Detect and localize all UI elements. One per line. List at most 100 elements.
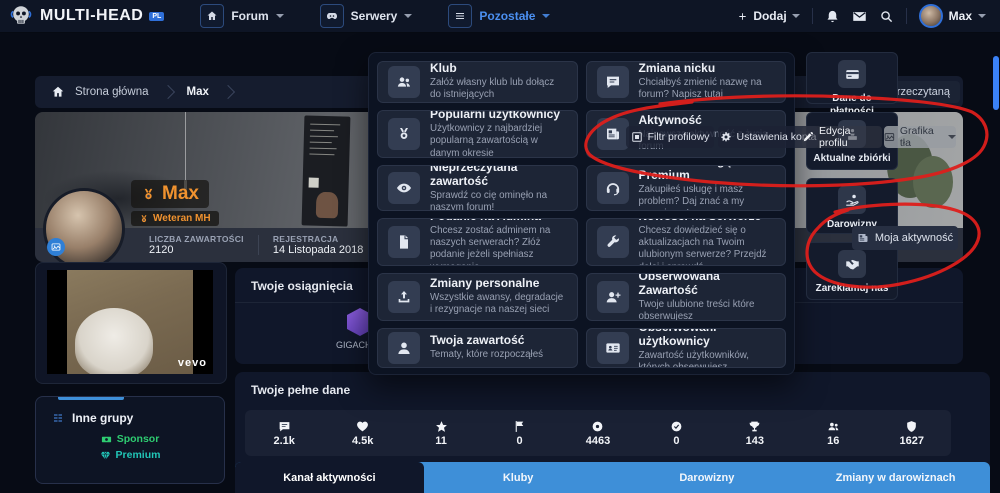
disc-icon	[591, 420, 604, 433]
tab-activity-feed[interactable]: Kanał aktywności	[235, 462, 424, 493]
group-item-sponsor[interactable]: Sponsor	[36, 433, 224, 445]
star-icon	[435, 420, 448, 433]
image-icon	[51, 242, 61, 252]
grid-icon	[52, 412, 64, 424]
pozostale-dropdown: KlubZałóż własny klub lub dołącz do istn…	[368, 52, 795, 375]
menu-item-twoja-zawartosc[interactable]: Twoja zawartośćTematy, które rozpocząłeś	[377, 328, 578, 368]
tab-donations[interactable]: Darowizny	[613, 462, 802, 493]
groups-title: Inne grupy	[72, 411, 133, 425]
avatar-edit-button[interactable]	[47, 238, 65, 256]
stat-stars: 11	[402, 420, 480, 447]
shield-icon	[905, 420, 918, 433]
mail-icon[interactable]	[852, 9, 867, 24]
tab-donation-changes[interactable]: Zmiany w darowiznach	[801, 462, 990, 493]
home-icon[interactable]	[51, 85, 65, 99]
gem-icon	[100, 450, 111, 461]
menu-item-zmiany-personalne[interactable]: Zmiany personalneWszystkie awansy, degra…	[377, 273, 578, 321]
nav-item-pozostale[interactable]: Pozostałe	[448, 4, 550, 28]
user-menu[interactable]: Max	[919, 4, 986, 28]
divider	[906, 8, 907, 24]
menu-item-popularni[interactable]: Popularni użytkownicyUżytkownicy z najba…	[377, 110, 578, 158]
breadcrumb-current: Max	[187, 86, 209, 98]
menu-icon	[454, 10, 466, 22]
chevron-down-icon	[276, 14, 284, 18]
bell-icon[interactable]	[825, 9, 840, 24]
user-name: Max	[949, 9, 972, 23]
search-icon[interactable]	[879, 9, 894, 24]
profile-name: Max	[131, 180, 209, 208]
stat-reputation: 1627	[873, 420, 951, 447]
trophy-icon	[748, 420, 761, 433]
menu-item-zmiana-nicku[interactable]: Zmiana nickuChciałbyś zmienić nazwę na f…	[586, 61, 787, 103]
menu-item-obserwowani[interactable]: Obserwowani użytkownicyZawartość użytkow…	[586, 328, 787, 368]
add-button[interactable]: Dodaj	[737, 9, 799, 23]
profile-tabs: Kanał aktywności Kluby Darowizny Zmiany …	[235, 462, 990, 493]
heart-icon	[356, 420, 369, 433]
users-icon	[827, 420, 840, 433]
eye-icon	[396, 180, 412, 196]
id-card-icon	[605, 340, 621, 356]
stats-row: 2.1k 4.5k 11 0 4463 0 143 16 1627	[245, 410, 951, 456]
menu-item-klub[interactable]: KlubZałóż własny klub lub dołącz do istn…	[377, 61, 578, 103]
nav-item-serwery[interactable]: Serwery	[320, 4, 413, 28]
menu-item-nieprzeczytana[interactable]: Nieprzeczytana zawartośćSprawdź co cię o…	[377, 165, 578, 211]
scrollbar-thumb[interactable]	[993, 56, 999, 110]
cover-poster	[302, 115, 351, 226]
breadcrumb-home[interactable]: Strona główna	[75, 86, 149, 98]
wrench-icon	[605, 234, 621, 250]
menu-item-obserwowana[interactable]: Obserwowana ZawartośćTwoje ulubione treś…	[586, 273, 787, 321]
user-plus-icon	[605, 289, 621, 305]
menu-item-zareklamuj[interactable]: Zareklamuj nas	[806, 242, 898, 300]
avatar	[919, 4, 943, 28]
gear-icon	[720, 131, 732, 143]
my-activity-button[interactable]: Moja aktywność	[852, 226, 958, 250]
medal-icon	[396, 126, 412, 142]
stat-registration: REJESTRACJA 14 Listopada 2018	[259, 234, 378, 256]
headset-icon	[605, 180, 621, 196]
image-icon	[884, 131, 895, 143]
divider	[812, 8, 813, 24]
nav-label-serwery: Serwery	[351, 9, 398, 23]
plant-decor	[913, 156, 953, 208]
stat-posts: 2.1k	[245, 420, 323, 447]
chevron-down-icon	[792, 14, 800, 18]
money-icon	[101, 434, 112, 445]
plus-icon	[737, 11, 748, 22]
video-thumbnail: vevo	[47, 270, 213, 374]
discord-icon	[326, 10, 338, 22]
medal-icon	[141, 187, 156, 202]
menu-item-nowosci[interactable]: Nowości na SerwerzeChcesz dowiedzieć się…	[586, 218, 787, 266]
stat-likes: 4.5k	[323, 420, 401, 447]
video-widget[interactable]: vevo	[35, 262, 227, 384]
menu-item-podanie[interactable]: Podanie na AdminaChcesz zostać adminem n…	[377, 218, 578, 266]
pencil-icon	[802, 131, 814, 143]
tab-clubs[interactable]: Kluby	[424, 462, 613, 493]
brand[interactable]: MULTI-HEAD PL	[0, 3, 164, 29]
file-icon	[396, 234, 412, 250]
cover-photo-button[interactable]: Grafika tła	[884, 126, 956, 148]
edit-profile-button[interactable]: Edycja profilu	[802, 126, 882, 148]
skull-logo-icon	[8, 3, 34, 29]
menu-item-pomoc-premium[interactable]: Pomoc z Usługą PremiumZakupiłeś usługę i…	[586, 165, 787, 211]
navbar: MULTI-HEAD PL Forum Serwery Pozostałe Do…	[0, 0, 1000, 33]
quick-menu: Dane do płatności Aktualne zbiórki Darow…	[806, 52, 898, 300]
profile-filter-button[interactable]: Filtr profilowy	[626, 126, 714, 148]
profile-rank-badge: Weteran MH	[131, 211, 219, 226]
users-icon	[396, 74, 412, 90]
vevo-watermark: vevo	[178, 357, 207, 369]
nav-label-pozostale: Pozostałe	[479, 9, 535, 23]
frame-icon	[631, 131, 643, 143]
user-icon	[396, 340, 412, 356]
brand-badge: PL	[149, 12, 164, 21]
home-icon	[206, 10, 218, 22]
chevron-right-icon	[221, 85, 235, 99]
activity-icon	[857, 232, 869, 244]
chevron-down-icon	[978, 14, 986, 18]
stat-points: 4463	[559, 420, 637, 447]
check-circle-icon	[670, 420, 683, 433]
nav-item-forum[interactable]: Forum	[200, 4, 283, 28]
upload-icon	[396, 289, 412, 305]
group-item-premium[interactable]: Premium	[36, 449, 224, 461]
news-icon	[605, 126, 621, 142]
menu-item-dane-platnosci[interactable]: Dane do płatności	[806, 52, 898, 104]
